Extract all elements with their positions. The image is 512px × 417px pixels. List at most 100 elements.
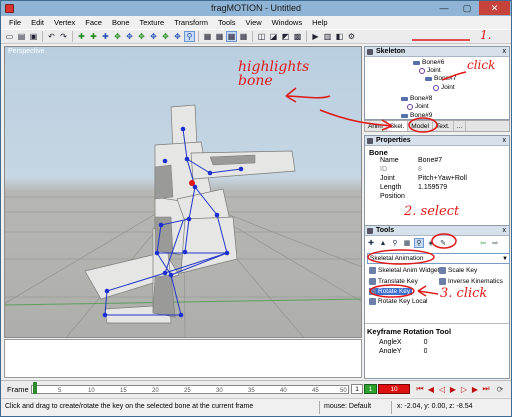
frame-label: Frame bbox=[7, 385, 29, 394]
end-frame-field[interactable]: 10 bbox=[378, 384, 410, 394]
kf-key: AngleX bbox=[379, 339, 402, 346]
menu-transform[interactable]: Transform bbox=[169, 18, 213, 27]
prev-key-icon[interactable]: ◀ bbox=[426, 384, 436, 394]
menu-file[interactable]: File bbox=[4, 18, 26, 27]
properties-icon[interactable]: ▥ bbox=[322, 31, 333, 42]
tree-item-bone8[interactable]: Bone#8 bbox=[401, 95, 432, 102]
kf-row-angley[interactable]: AngleY 0 bbox=[379, 348, 427, 353]
start-frame-field[interactable]: 1 bbox=[351, 384, 363, 394]
tools-panel-icon bbox=[367, 228, 373, 234]
menu-bone[interactable]: Bone bbox=[107, 18, 135, 27]
new-file-icon[interactable]: ▭ bbox=[4, 31, 15, 42]
menu-vertex[interactable]: Vertex bbox=[49, 18, 80, 27]
texture-tools-icon[interactable]: ▦ bbox=[402, 238, 412, 248]
menu-face[interactable]: Face bbox=[80, 18, 107, 27]
tree-item-joint[interactable]: Joint bbox=[419, 67, 441, 74]
tool-skeletal-anim-widget[interactable]: Skeletal Anim Widget bbox=[369, 267, 439, 274]
perspective-viewport[interactable]: Perspective bbox=[4, 46, 362, 338]
close-button[interactable]: ✕ bbox=[479, 1, 510, 15]
tool-inverse-kinematics[interactable]: Inverse Kinematics bbox=[439, 278, 503, 285]
tree-item-joint[interactable]: Joint bbox=[407, 103, 429, 110]
view-side-icon[interactable]: ▦ bbox=[214, 31, 225, 42]
view-top-icon[interactable]: ▦ bbox=[238, 31, 249, 42]
maximize-button[interactable]: ▢ bbox=[456, 1, 478, 15]
minimize-button[interactable]: — bbox=[433, 1, 455, 15]
vertex-tools-icon[interactable]: ✚ bbox=[366, 238, 376, 248]
tool-rotate-key[interactable]: Rotate Key bbox=[369, 288, 413, 295]
tab-anim[interactable]: Anim bbox=[365, 121, 387, 131]
save-icon[interactable]: ▣ bbox=[28, 31, 39, 42]
prop-row-length[interactable]: Length 1.159579 bbox=[368, 184, 508, 191]
properties-panel-close-icon[interactable]: x bbox=[503, 136, 507, 146]
first-frame-icon[interactable]: ⏮ bbox=[415, 384, 425, 394]
tab-texture[interactable]: Text. bbox=[433, 121, 454, 131]
prev-tools-icon[interactable]: ⇦ bbox=[478, 238, 488, 248]
frame-slider-thumb[interactable] bbox=[33, 382, 37, 394]
timeline-panel[interactable] bbox=[4, 339, 362, 378]
misc-tools-icon[interactable]: ✎ bbox=[438, 238, 448, 248]
mirror-icon[interactable]: ✥ bbox=[148, 31, 159, 42]
tools-panel-close-icon[interactable]: x bbox=[503, 226, 507, 236]
tool-rotate-key-local[interactable]: Rotate Key Local bbox=[369, 298, 428, 305]
prev-frame-icon[interactable]: ◁ bbox=[437, 384, 447, 394]
menu-help[interactable]: Help bbox=[307, 18, 332, 27]
face-tools-icon[interactable]: ▲ bbox=[378, 238, 388, 248]
view-front-icon[interactable]: ▦ bbox=[202, 31, 213, 42]
tool-translate-key[interactable]: Translate Key bbox=[369, 278, 418, 285]
prop-row-position[interactable]: Position bbox=[368, 193, 508, 200]
tree-item-joint[interactable]: Joint bbox=[433, 84, 455, 91]
menu-texture[interactable]: Texture bbox=[135, 18, 170, 27]
layout-icon[interactable]: ◧ bbox=[334, 31, 345, 42]
grid-icon[interactable]: ▩ bbox=[292, 31, 303, 42]
menu-view[interactable]: View bbox=[241, 18, 267, 27]
play-icon[interactable]: ▶ bbox=[448, 384, 458, 394]
next-tools-icon[interactable]: ⇨ bbox=[490, 238, 500, 248]
morph-tools-icon[interactable]: ◈ bbox=[426, 238, 436, 248]
kf-row-anglex[interactable]: AngleX 0 bbox=[379, 339, 427, 346]
scale-icon[interactable]: ✥ bbox=[136, 31, 147, 42]
weld-icon[interactable]: ✥ bbox=[172, 31, 183, 42]
loop-icon[interactable]: ⟳ bbox=[495, 384, 505, 394]
current-frame-field[interactable]: 1 bbox=[364, 384, 377, 394]
settings-icon[interactable]: ⚙ bbox=[346, 31, 357, 42]
tool-scale-key[interactable]: Scale Key bbox=[439, 267, 477, 274]
select-face-icon[interactable]: ✚ bbox=[88, 31, 99, 42]
view-perspective-icon[interactable]: ▦ bbox=[226, 31, 237, 42]
bone-mode-icon[interactable]: ⚲ bbox=[184, 31, 195, 42]
menu-windows[interactable]: Windows bbox=[267, 18, 307, 27]
undo-icon[interactable]: ↶ bbox=[46, 31, 57, 42]
tool-label: Rotate Key Local bbox=[378, 298, 428, 305]
next-key-icon[interactable]: ▶ bbox=[470, 384, 480, 394]
frame-slider[interactable]: 5 10 15 20 25 30 35 40 45 50 bbox=[31, 385, 349, 394]
skeleton-panel-close-icon[interactable]: x bbox=[503, 47, 507, 57]
tab-model[interactable]: Model bbox=[408, 121, 433, 131]
skeletal-anim-tools-icon[interactable]: ⚲ bbox=[414, 238, 424, 248]
extrude-icon[interactable]: ✥ bbox=[160, 31, 171, 42]
play-anim-icon[interactable]: ▶ bbox=[310, 31, 321, 42]
move-icon[interactable]: ✥ bbox=[112, 31, 123, 42]
tab-more[interactable]: ... bbox=[454, 121, 467, 131]
menu-tools[interactable]: Tools bbox=[213, 18, 241, 27]
selected-bone-joint[interactable] bbox=[189, 180, 195, 186]
tool-mode-select[interactable]: Skeletal Animation ▼ bbox=[367, 253, 510, 264]
wireframe-icon[interactable]: ◫ bbox=[256, 31, 267, 42]
prop-row-name[interactable]: Name Bone#7 bbox=[368, 157, 508, 164]
textured-icon[interactable]: ◩ bbox=[280, 31, 291, 42]
scene-canvas[interactable] bbox=[5, 47, 362, 338]
shaded-icon[interactable]: ◪ bbox=[268, 31, 279, 42]
frame-tick: 15 bbox=[120, 388, 127, 394]
redo-icon[interactable]: ↷ bbox=[58, 31, 69, 42]
select-bone-icon[interactable]: ✚ bbox=[100, 31, 111, 42]
open-folder-icon[interactable]: ▤ bbox=[16, 31, 27, 42]
menu-edit[interactable]: Edit bbox=[26, 18, 49, 27]
bone-tools-icon[interactable]: ⚲ bbox=[390, 238, 400, 248]
next-frame-icon[interactable]: ▷ bbox=[459, 384, 469, 394]
tree-item-bone6[interactable]: Bone#6 bbox=[413, 59, 444, 66]
tree-item-bone7[interactable]: Bone#7 bbox=[425, 75, 456, 82]
select-vertex-icon[interactable]: ✚ bbox=[76, 31, 87, 42]
tree-item-bone9[interactable]: Bone#9 bbox=[401, 112, 432, 119]
last-frame-icon[interactable]: ⏭ bbox=[481, 384, 491, 394]
prop-row-joint[interactable]: Joint Pitch+Yaw+Roll bbox=[368, 175, 508, 182]
rotate-icon[interactable]: ✥ bbox=[124, 31, 135, 42]
tab-skeleton[interactable]: Skel. bbox=[386, 121, 409, 131]
